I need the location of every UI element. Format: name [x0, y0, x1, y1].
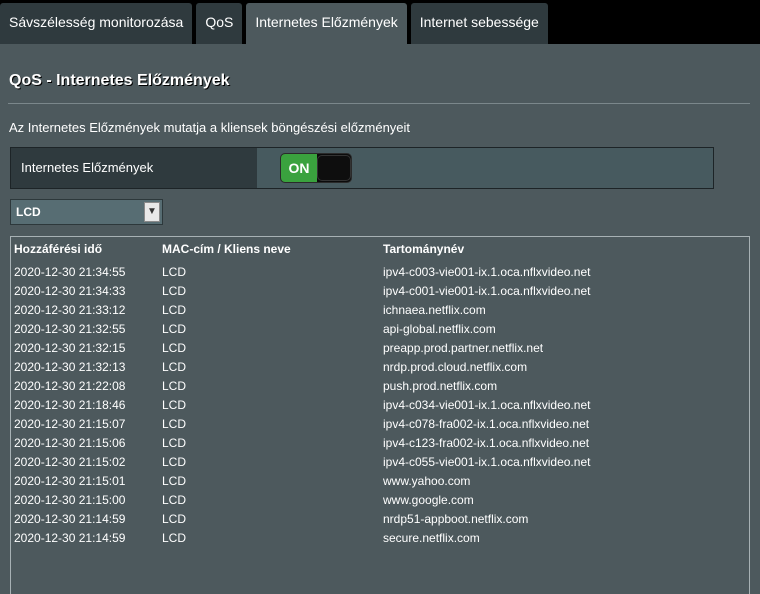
- cell-client: LCD: [162, 435, 187, 450]
- cell-client: LCD: [162, 530, 187, 545]
- table-row: 2020-12-30 21:32:55 LCD api-global.netflix…: [14, 319, 743, 338]
- cell-access-time: 2020-12-30 21:32:55: [14, 321, 126, 336]
- cell-client: LCD: [162, 264, 187, 279]
- cell-access-time: 2020-12-30 21:34:33: [14, 283, 126, 298]
- toggle-on-label: ON: [281, 154, 317, 182]
- cell-client: LCD: [162, 340, 187, 355]
- cell-domain: api-global.netflix.com: [383, 321, 496, 336]
- cell-client: LCD: [162, 283, 187, 298]
- cell-domain: nrdp.prod.cloud.netflix.com: [383, 359, 528, 374]
- cell-domain: secure.netflix.com: [383, 530, 480, 545]
- history-table: Hozzáférési idő MAC-cím / Kliens neve Ta…: [14, 242, 743, 547]
- table-row: 2020-12-30 21:33:12 LCD ichnaea.netflix.co…: [14, 300, 743, 319]
- table-row: 2020-12-30 21:15:07 LCD ipv4-c078-fra002-i…: [14, 414, 743, 433]
- cell-access-time: 2020-12-30 21:15:06: [14, 435, 126, 450]
- table-row: 2020-12-30 21:32:15 LCD preapp.prod.partne…: [14, 338, 743, 357]
- tab-bar: Sávszélesség monitorozása QoS Internetes…: [0, 3, 552, 44]
- cell-client: LCD: [162, 321, 187, 336]
- table-row: 2020-12-30 21:15:00 LCD www.google.com: [14, 490, 743, 509]
- table-row: 2020-12-30 21:18:46 LCD ipv4-c034-vie001-i…: [14, 395, 743, 414]
- history-toggle-switch[interactable]: ON: [280, 153, 352, 183]
- table-row: 2020-12-30 21:15:02 LCD ipv4-c055-vie001-i…: [14, 452, 743, 471]
- cell-access-time: 2020-12-30 21:15:02: [14, 454, 126, 469]
- page-title: QoS - Internetes Előzmények: [9, 72, 230, 89]
- cell-client: LCD: [162, 473, 187, 488]
- cell-client: LCD: [162, 302, 187, 317]
- cell-access-time: 2020-12-30 21:32:15: [14, 340, 126, 355]
- table-row: 2020-12-30 21:34:55 LCD ipv4-c003-vie001-i…: [14, 262, 743, 281]
- table-row: 2020-12-30 21:14:59 LCD nrdp51-appboot.net…: [14, 509, 743, 528]
- cell-access-time: 2020-12-30 21:15:07: [14, 416, 126, 431]
- cell-domain: ipv4-c055-vie001-ix.1.oca.nflxvideo.net: [383, 454, 591, 469]
- cell-client: LCD: [162, 359, 187, 374]
- table-row: 2020-12-30 21:22:08 LCD push.prod.netflix.…: [14, 376, 743, 395]
- cell-access-time: 2020-12-30 21:22:08: [14, 378, 126, 393]
- cell-access-time: 2020-12-30 21:32:13: [14, 359, 126, 374]
- cell-domain: www.google.com: [383, 492, 474, 507]
- client-select-value: LCD: [16, 205, 41, 219]
- tab-internet-speed[interactable]: Internet sebessége: [410, 3, 548, 44]
- cell-client: LCD: [162, 492, 187, 507]
- cell-domain: preapp.prod.partner.netflix.net: [383, 340, 544, 355]
- history-toggle-cell: ON: [257, 148, 713, 188]
- history-body: 2020-12-30 21:34:55 LCD ipv4-c003-vie001-i…: [14, 262, 743, 547]
- tab-qos[interactable]: QoS: [196, 3, 243, 44]
- cell-domain: push.prod.netflix.com: [383, 378, 498, 393]
- history-list: Hozzáférési idő MAC-cím / Kliens neve Ta…: [10, 236, 750, 594]
- history-toggle-label: Internetes Előzmények: [11, 148, 257, 188]
- table-row: 2020-12-30 21:14:59 LCD secure.netflix.com: [14, 528, 743, 547]
- cell-access-time: 2020-12-30 21:18:46: [14, 397, 126, 412]
- table-row: 2020-12-30 21:32:13 LCD nrdp.prod.cloud.ne…: [14, 357, 743, 376]
- cell-domain: ipv4-c123-fra002-ix.1.oca.nflxvideo.net: [383, 435, 590, 450]
- cell-client: LCD: [162, 397, 187, 412]
- cell-client: LCD: [162, 511, 187, 526]
- cell-domain: ichnaea.netflix.com: [383, 302, 486, 317]
- cell-access-time: 2020-12-30 21:34:55: [14, 264, 126, 279]
- tab-bandwidth-monitor[interactable]: Sávszélesség monitorozása: [0, 3, 193, 44]
- table-row: 2020-12-30 21:34:33 LCD ipv4-c001-vie001-i…: [14, 281, 743, 300]
- table-row: 2020-12-30 21:15:06 LCD ipv4-c123-fra002-i…: [14, 433, 743, 452]
- cell-access-time: 2020-12-30 21:14:59: [14, 530, 126, 545]
- tab-internet-history[interactable]: Internetes Előzmények: [246, 3, 407, 44]
- cell-domain: www.yahoo.com: [383, 473, 471, 488]
- cell-client: LCD: [162, 416, 187, 431]
- cell-domain: ipv4-c034-vie001-ix.1.oca.nflxvideo.net: [383, 397, 591, 412]
- header-client: MAC-cím / Kliens neve: [162, 242, 291, 256]
- history-header-row: Hozzáférési idő MAC-cím / Kliens neve Ta…: [14, 242, 743, 262]
- cell-domain: nrdp51-appboot.netflix.com: [383, 511, 529, 526]
- cell-access-time: 2020-12-30 21:14:59: [14, 511, 126, 526]
- header-domain: Tartománynév: [383, 242, 465, 256]
- toggle-knob: [317, 155, 351, 181]
- history-toggle-row: Internetes Előzmények ON: [10, 147, 714, 189]
- cell-access-time: 2020-12-30 21:33:12: [14, 302, 126, 317]
- cell-client: LCD: [162, 454, 187, 469]
- cell-domain: ipv4-c078-fra002-ix.1.oca.nflxvideo.net: [383, 416, 590, 431]
- client-select[interactable]: LCD ▼: [10, 199, 163, 225]
- cell-client: LCD: [162, 378, 187, 393]
- table-row: 2020-12-30 21:15:01 LCD www.yahoo.com: [14, 471, 743, 490]
- cell-domain: ipv4-c003-vie001-ix.1.oca.nflxvideo.net: [383, 264, 591, 279]
- cell-domain: ipv4-c001-vie001-ix.1.oca.nflxvideo.net: [383, 283, 591, 298]
- header-access-time: Hozzáférési idő: [14, 242, 103, 256]
- cell-access-time: 2020-12-30 21:15:00: [14, 492, 126, 507]
- cell-access-time: 2020-12-30 21:15:01: [14, 473, 126, 488]
- page-description: Az Internetes Előzmények mutatja a klien…: [9, 120, 411, 135]
- chevron-down-icon[interactable]: ▼: [144, 202, 160, 222]
- title-divider: [8, 103, 750, 104]
